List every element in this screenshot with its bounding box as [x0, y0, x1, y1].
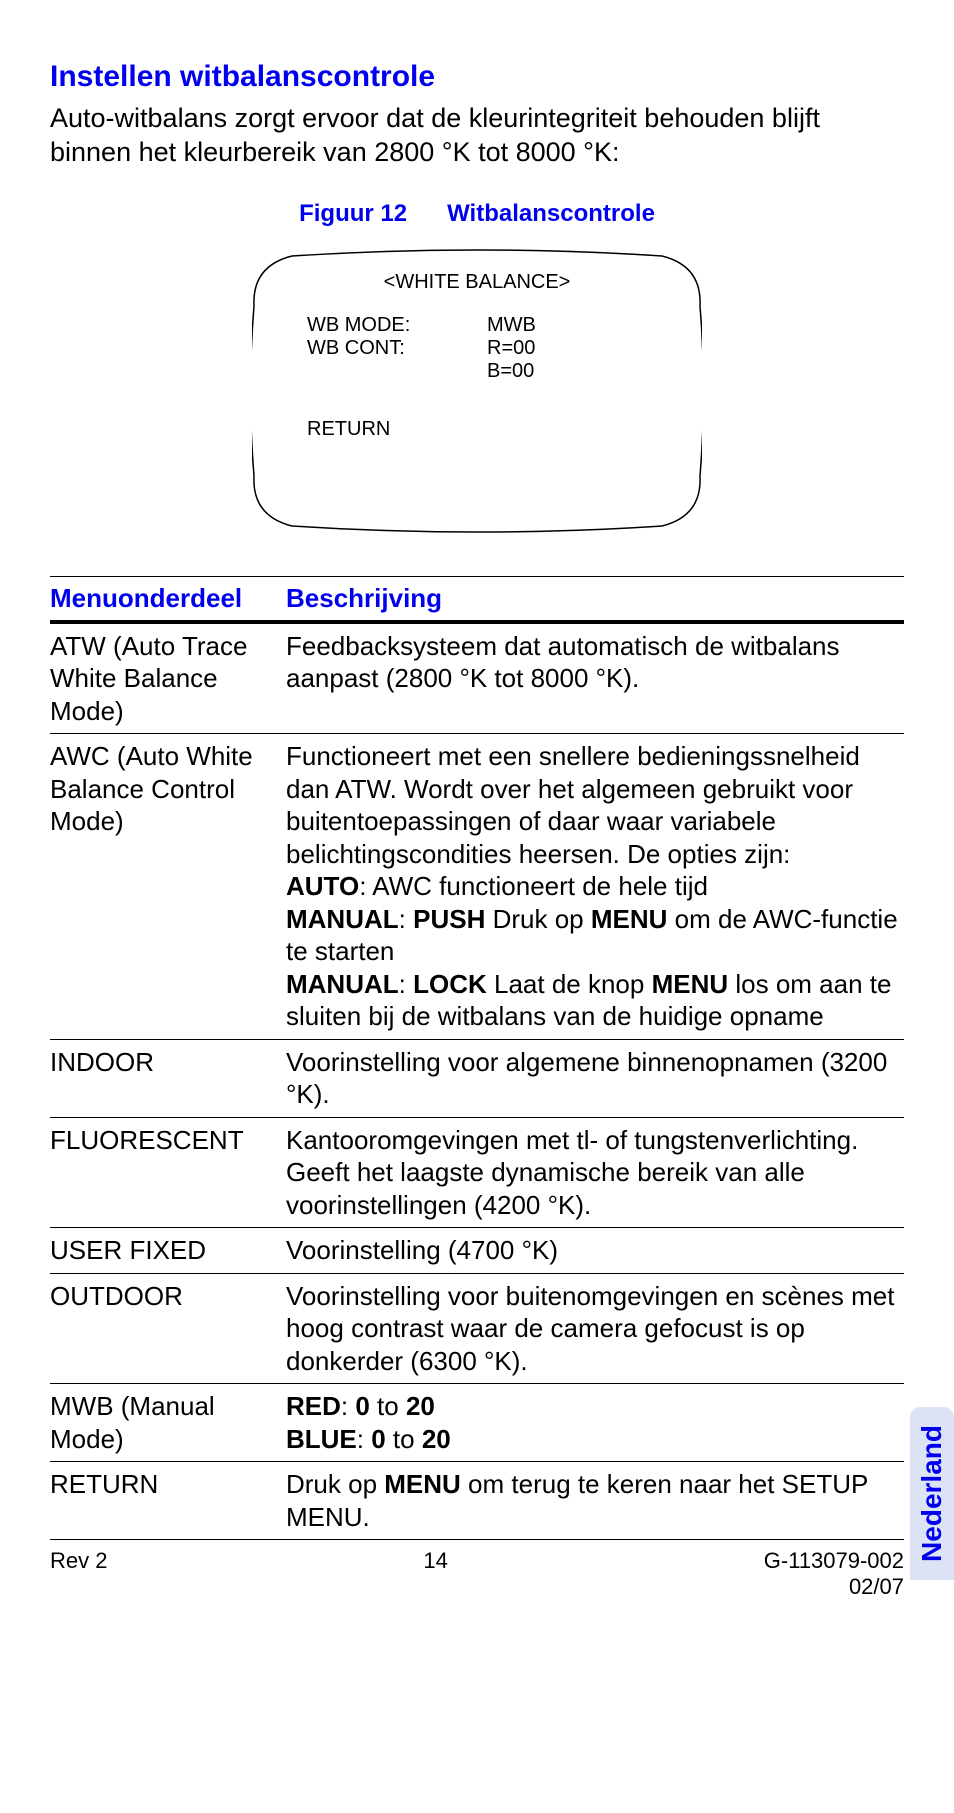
- table-cell-desc: Voorinstelling voor buitenomgevingen en …: [286, 1273, 904, 1384]
- table-cell-item: RETURN: [50, 1462, 286, 1540]
- table-cell-desc: Functioneert met een snellere bedienings…: [286, 734, 904, 1040]
- crt-row-value: MWB: [487, 314, 536, 337]
- table-cell-desc: RED: 0 to 20BLUE: 0 to 20: [286, 1384, 904, 1462]
- footer-docnum: G-113079-002: [764, 1548, 904, 1573]
- figure-label: Figuur 12: [299, 200, 407, 227]
- crt-row: WB MODE: MWB: [307, 314, 702, 337]
- table-cell-desc: Voorinstelling (4700 °K): [286, 1228, 904, 1274]
- table-cell-item: ATW (Auto Trace White Balance Mode): [50, 622, 286, 734]
- table-row: INDOORVoorinstelling voor algemene binne…: [50, 1039, 904, 1117]
- figure-title: Witbalanscontrole: [447, 200, 655, 227]
- crt-row-value: R=00: [487, 337, 535, 360]
- table-row: ATW (Auto Trace White Balance Mode)Feedb…: [50, 622, 904, 734]
- table-row: MWB (Manual Mode)RED: 0 to 20BLUE: 0 to …: [50, 1384, 904, 1462]
- crt-row-label: WB CONT:: [307, 337, 487, 360]
- table-cell-desc: Druk op MENU om terug te keren naar het …: [286, 1462, 904, 1540]
- table-header-desc: Beschrijving: [286, 576, 904, 622]
- crt-row-label: WB MODE:: [307, 314, 487, 337]
- table-cell-item: FLUORESCENT: [50, 1117, 286, 1228]
- footer-page-number: 14: [107, 1548, 763, 1600]
- table-header-item: Menuonderdeel: [50, 576, 286, 622]
- table-row: FLUORESCENTKantooromgevingen met tl- of …: [50, 1117, 904, 1228]
- crt-row: B=00: [307, 360, 702, 383]
- table-cell-desc: Feedbacksysteem dat automatisch de witba…: [286, 622, 904, 734]
- crt-screen: <WHITE BALANCE> WB MODE: MWB WB CONT: R=…: [252, 246, 702, 536]
- crt-row-value: B=00: [487, 360, 534, 383]
- table-body: ATW (Auto Trace White Balance Mode)Feedb…: [50, 622, 904, 1540]
- crt-rows: WB MODE: MWB WB CONT: R=00 B=00: [252, 314, 702, 383]
- crt-title: <WHITE BALANCE>: [252, 271, 702, 294]
- table-row: OUTDOORVoorinstelling voor buitenomgevin…: [50, 1273, 904, 1384]
- table-cell-desc: Kantooromgevingen met tl- of tungstenver…: [286, 1117, 904, 1228]
- figure-caption: Figuur 12 Witbalanscontrole: [50, 200, 904, 228]
- intro-paragraph: Auto-witbalans zorgt ervoor dat de kleur…: [50, 102, 904, 170]
- page: Instellen witbalanscontrole Auto-witbala…: [0, 0, 954, 1640]
- menu-table: Menuonderdeel Beschrijving ATW (Auto Tra…: [50, 576, 904, 1541]
- table-row: RETURNDruk op MENU om terug te keren naa…: [50, 1462, 904, 1540]
- section-title: Instellen witbalanscontrole: [50, 60, 904, 94]
- table-cell-item: OUTDOOR: [50, 1273, 286, 1384]
- crt-return-label: RETURN: [252, 418, 702, 441]
- table-row: USER FIXEDVoorinstelling (4700 °K): [50, 1228, 904, 1274]
- crt-row: WB CONT: R=00: [307, 337, 702, 360]
- table-cell-item: USER FIXED: [50, 1228, 286, 1274]
- page-footer: Rev 2 14 G-113079-002 02/07: [50, 1548, 904, 1600]
- footer-rev: Rev 2: [50, 1548, 107, 1600]
- language-tab: Nederland: [910, 1407, 954, 1580]
- crt-row-label: [307, 360, 487, 383]
- table-row: AWC (Auto White Balance Control Mode)Fun…: [50, 734, 904, 1040]
- table-cell-item: INDOOR: [50, 1039, 286, 1117]
- footer-doc-info: G-113079-002 02/07: [764, 1548, 904, 1600]
- table-cell-item: MWB (Manual Mode): [50, 1384, 286, 1462]
- table-cell-desc: Voorinstelling voor algemene binnenopnam…: [286, 1039, 904, 1117]
- crt-figure: <WHITE BALANCE> WB MODE: MWB WB CONT: R=…: [50, 246, 904, 536]
- table-cell-item: AWC (Auto White Balance Control Mode): [50, 734, 286, 1040]
- footer-date: 02/07: [849, 1574, 904, 1599]
